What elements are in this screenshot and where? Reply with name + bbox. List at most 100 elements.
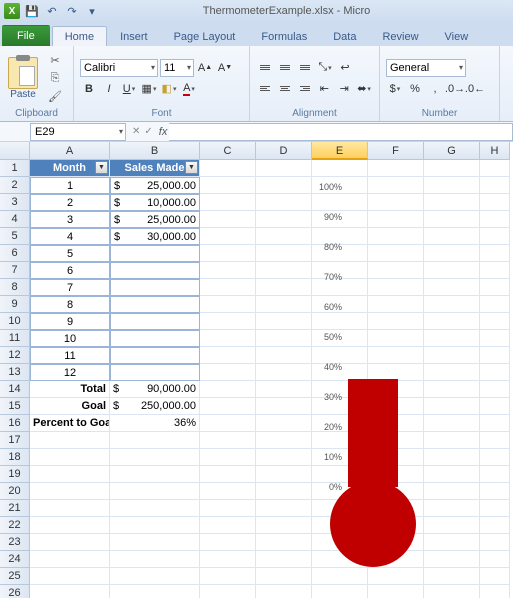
tab-view[interactable]: View [432,26,482,46]
cell[interactable] [200,347,256,364]
cell[interactable] [424,585,480,598]
cell[interactable]: Month▼ [30,160,110,177]
accounting-format-button[interactable]: $ [386,80,404,98]
cell[interactable] [30,483,110,500]
cell[interactable]: 10 [30,330,110,347]
cell[interactable] [480,534,510,551]
cell[interactable] [110,585,200,598]
cell[interactable]: 36% [110,415,200,432]
font-size-combo[interactable]: 11 [160,59,194,77]
row-header[interactable]: 14 [0,381,30,398]
cell[interactable] [480,313,510,330]
col-header[interactable]: C [200,142,256,160]
cell[interactable] [256,585,312,598]
cell[interactable] [110,364,200,381]
cell[interactable]: 3 [30,211,110,228]
orientation-icon[interactable]: ⤡ [316,59,334,77]
cell[interactable]: 6 [30,262,110,279]
cell[interactable] [480,432,510,449]
cell[interactable]: $30,000.00 [110,228,200,245]
cell[interactable] [30,517,110,534]
cell[interactable]: 7 [30,279,110,296]
cell[interactable] [424,568,480,585]
col-header[interactable]: D [256,142,312,160]
col-header[interactable]: E [312,142,368,160]
cell[interactable] [110,432,200,449]
cell[interactable]: 11 [30,347,110,364]
cell[interactable] [312,568,368,585]
cell[interactable] [200,432,256,449]
cell[interactable] [110,568,200,585]
italic-button[interactable]: I [100,80,118,98]
cell[interactable] [200,211,256,228]
row-header[interactable]: 25 [0,568,30,585]
row-header[interactable]: 26 [0,585,30,598]
bold-button[interactable]: B [80,80,98,98]
decrease-font-icon[interactable]: A▼ [216,59,234,77]
cell[interactable] [30,568,110,585]
col-header[interactable]: B [110,142,200,160]
cell[interactable] [480,262,510,279]
cell[interactable] [368,568,424,585]
save-icon[interactable]: 💾 [24,3,40,19]
filter-button[interactable]: ▼ [185,161,198,174]
row-header[interactable]: 22 [0,517,30,534]
increase-indent-icon[interactable]: ⇥ [335,80,353,98]
row-header[interactable]: 21 [0,500,30,517]
cell[interactable] [200,517,256,534]
cell[interactable]: $10,000.00 [110,194,200,211]
row-header[interactable]: 9 [0,296,30,313]
thermometer-chart[interactable]: 100%90%80%70%60%50%40%30%20%10%0% [300,187,450,547]
cell[interactable] [200,279,256,296]
cell[interactable] [480,211,510,228]
cell[interactable] [110,296,200,313]
tab-home[interactable]: Home [52,26,107,46]
cell[interactable] [200,551,256,568]
cell[interactable] [480,279,510,296]
col-header[interactable]: H [480,142,510,160]
row-header[interactable]: 15 [0,398,30,415]
cell[interactable]: 8 [30,296,110,313]
cell[interactable] [110,279,200,296]
cell[interactable] [30,585,110,598]
row-header[interactable]: 2 [0,177,30,194]
cell[interactable] [480,177,510,194]
cell[interactable]: $25,000.00 [110,177,200,194]
tab-review[interactable]: Review [369,26,431,46]
cell[interactable]: 5 [30,245,110,262]
fill-color-button[interactable]: ◧ [160,80,178,98]
cell[interactable] [110,483,200,500]
cell[interactable] [480,330,510,347]
cell[interactable] [480,483,510,500]
cell[interactable] [480,364,510,381]
name-box[interactable]: E29 [30,123,126,141]
cell[interactable] [110,347,200,364]
cell[interactable] [480,381,510,398]
cell[interactable] [256,568,312,585]
cell[interactable] [200,194,256,211]
col-header[interactable]: A [30,142,110,160]
cell[interactable] [200,466,256,483]
cell[interactable] [200,415,256,432]
row-header[interactable]: 4 [0,211,30,228]
cell[interactable] [30,466,110,483]
cell[interactable] [368,160,424,177]
cell[interactable] [200,483,256,500]
cell[interactable] [200,313,256,330]
cell[interactable]: 4 [30,228,110,245]
cell[interactable] [424,160,480,177]
cell[interactable] [480,228,510,245]
row-header[interactable]: 19 [0,466,30,483]
cell[interactable] [110,500,200,517]
select-all-corner[interactable] [0,142,30,160]
redo-icon[interactable]: ↷ [64,3,80,19]
row-header[interactable]: 23 [0,534,30,551]
cell[interactable] [200,296,256,313]
font-color-button[interactable]: A [180,80,198,98]
col-header[interactable]: G [424,142,480,160]
underline-button[interactable]: U [120,80,138,98]
tab-data[interactable]: Data [320,26,369,46]
cell[interactable]: Goal [30,398,110,415]
cell[interactable] [110,534,200,551]
cell[interactable]: 12 [30,364,110,381]
